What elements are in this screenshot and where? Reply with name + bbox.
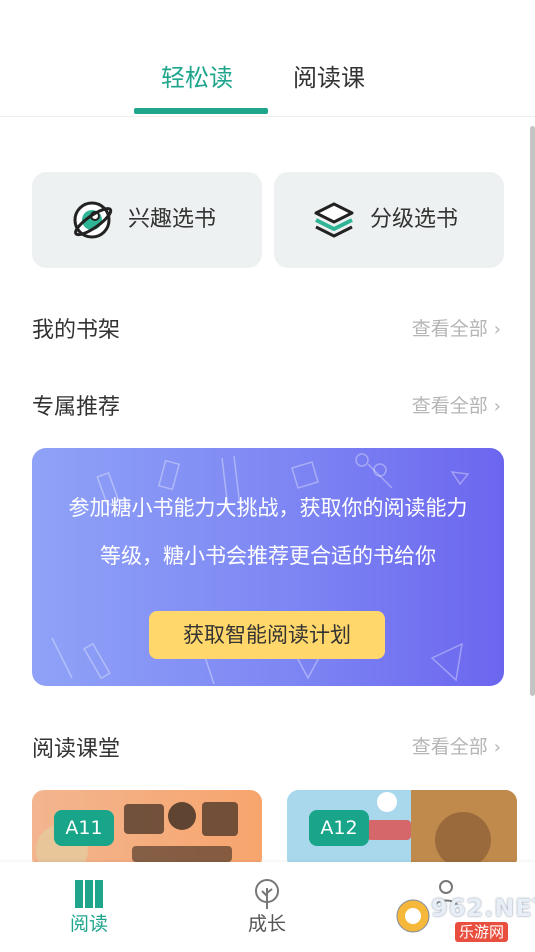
- book-icon: [75, 880, 103, 908]
- chevron-right-icon: ›: [493, 319, 501, 340]
- course-level-badge: A11: [54, 810, 114, 846]
- active-tab-indicator: [134, 108, 268, 114]
- chevron-right-icon: ›: [493, 396, 501, 417]
- recommend-title: 专属推荐: [32, 395, 121, 420]
- watermark-logo-icon: [396, 899, 430, 933]
- chevron-right-icon: ›: [493, 737, 501, 758]
- course-level-badge: A12: [309, 810, 369, 846]
- recommend-see-all-label: 查看全部: [411, 395, 488, 417]
- reading-challenge-banner: 参加糖小书能力大挑战，获取你的阅读能力 等级，糖小书会推荐更合适的书给你 获取智…: [32, 448, 504, 686]
- get-reading-plan-button[interactable]: 获取智能阅读计划: [149, 611, 385, 659]
- bookshelf-title: 我的书架: [32, 318, 121, 343]
- nav-read[interactable]: 阅读: [39, 862, 139, 952]
- site-watermark: 962.NET 乐游网: [395, 888, 535, 948]
- planet-icon: [73, 201, 113, 239]
- tab-easy-read[interactable]: 轻松读: [161, 58, 233, 98]
- course-card-a11[interactable]: A11: [32, 790, 262, 870]
- level-select-label: 分级选书: [370, 207, 459, 232]
- nav-growth[interactable]: 成长: [217, 862, 317, 952]
- recommend-see-all-link[interactable]: 查看全部 ›: [412, 391, 501, 422]
- interest-select-label: 兴趣选书: [128, 207, 217, 232]
- layers-icon: [314, 202, 354, 238]
- top-tab-bar: 轻松读 阅读课: [0, 0, 535, 117]
- banner-line-1: 参加糖小书能力大挑战，获取你的阅读能力: [68, 496, 468, 520]
- bookshelf-see-all-label: 查看全部: [411, 318, 488, 340]
- interest-select-button[interactable]: 兴趣选书: [32, 172, 262, 268]
- banner-line-2: 等级，糖小书会推荐更合适的书给你: [100, 544, 436, 568]
- classroom-see-all-label: 查看全部: [411, 736, 488, 758]
- nav-growth-label: 成长: [247, 913, 286, 935]
- classroom-title: 阅读课堂: [32, 737, 121, 762]
- watermark-main-text: 962.NET: [431, 894, 535, 922]
- level-select-button[interactable]: 分级选书: [274, 172, 504, 268]
- classroom-see-all-link[interactable]: 查看全部 ›: [412, 732, 501, 763]
- bookshelf-see-all-link[interactable]: 查看全部 ›: [412, 314, 501, 345]
- nav-read-label: 阅读: [69, 913, 108, 935]
- tree-icon: [255, 879, 279, 909]
- tab-reading-class[interactable]: 阅读课: [293, 58, 365, 98]
- watermark-sub-text: 乐游网: [455, 922, 509, 942]
- course-card-a12[interactable]: A12: [287, 790, 517, 870]
- scrollbar[interactable]: [530, 126, 535, 696]
